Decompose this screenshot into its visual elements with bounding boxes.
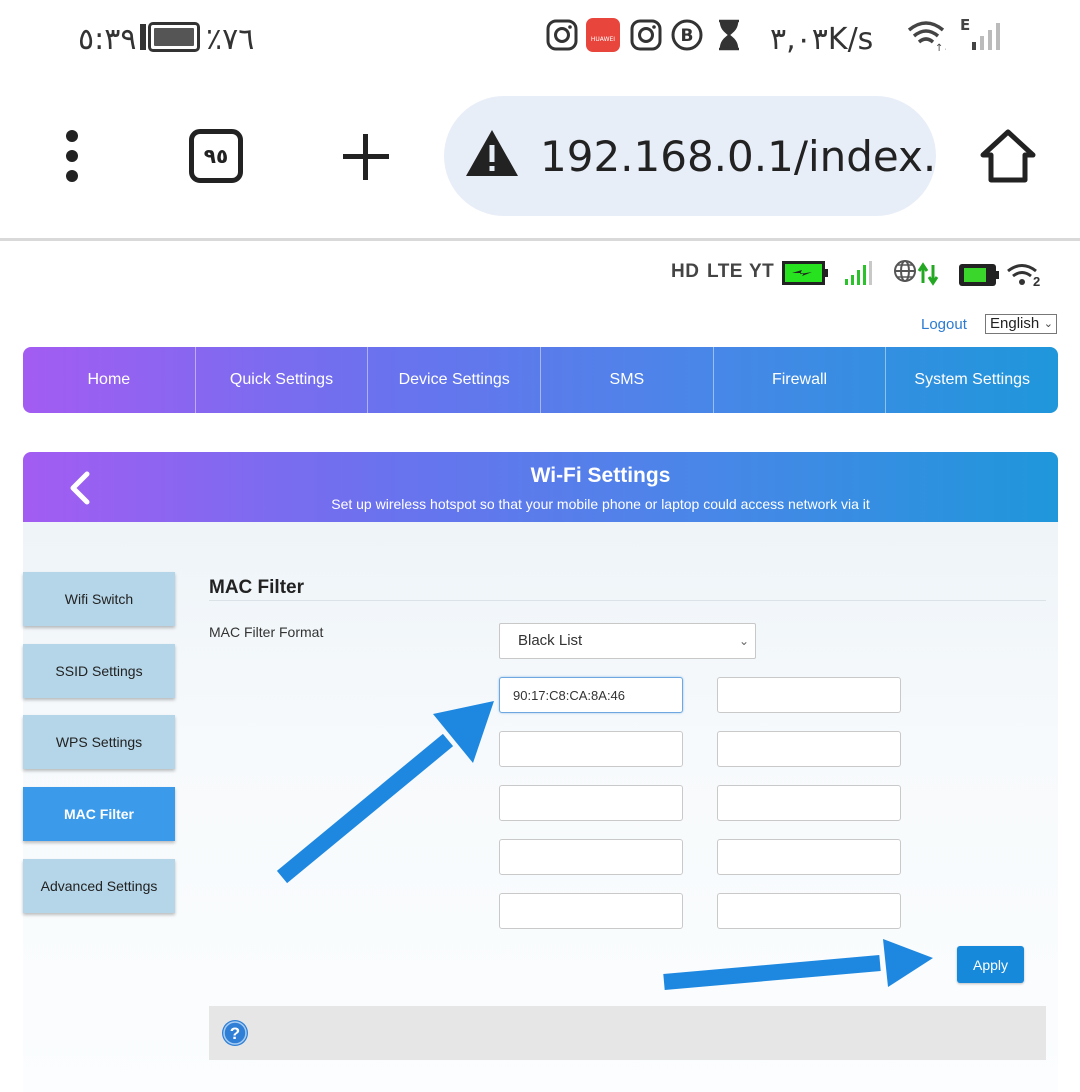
sidebar-item-wps-settings[interactable]: WPS Settings [23,715,175,769]
tab-switcher-button[interactable]: ٩٥ [189,129,243,183]
instagram-icon-2 [630,19,662,51]
mac-address-input-5[interactable] [499,785,683,821]
wifi-settings-header: Wi-Fi Settings Set up wireless hotspot s… [23,452,1058,522]
chevron-down-icon: ⌄ [1043,318,1053,330]
nav-system-settings[interactable]: System Settings [886,347,1058,413]
mac-filter-format-label: MAC Filter Format [209,624,324,640]
svg-text:?: ? [230,1024,240,1043]
instagram-icon [546,19,578,51]
page-subtitle: Set up wireless hotspot so that your mob… [331,496,870,512]
toolbar-divider [0,238,1080,241]
mac-address-input-8[interactable] [717,839,901,875]
sidebar-item-advanced-settings[interactable]: Advanced Settings [23,859,175,913]
yt-indicator: YT [749,261,775,282]
url-bar[interactable]: 192.168.0.1/index. [444,96,936,216]
battery-icon [148,22,200,52]
charging-battery-icon [782,261,828,285]
mac-address-input-9[interactable] [499,893,683,929]
b-circle-icon: B [671,19,703,51]
clock: ٥:٣٩ [78,22,137,57]
battery-percent: ٪٧٦ [206,22,255,57]
help-bar: ? [209,1006,1046,1060]
sidebar-item-wifi-switch[interactable]: Wifi Switch [23,572,175,626]
section-title: MAC Filter [209,577,304,598]
hd-indicator: HD [671,261,700,282]
internet-globe-icon [894,260,939,286]
nav-firewall[interactable]: Firewall [714,347,887,413]
main-nav: Home Quick Settings Device Settings SMS … [23,347,1058,413]
chevron-down-icon: ⌄ [738,634,749,648]
nav-sms[interactable]: SMS [541,347,714,413]
tab-count: ٩٥ [203,144,229,168]
lte-indicator: LTE [707,261,743,282]
apply-button[interactable]: Apply [957,946,1024,983]
nav-device-settings[interactable]: Device Settings [368,347,542,413]
signal-strength-icon [845,261,872,285]
sim-battery-icon [959,264,999,286]
page-title: Wi-Fi Settings [530,464,671,487]
not-secure-warning-icon[interactable] [464,128,520,178]
wifi-icon: ↑↓ [907,21,946,52]
battery-tip [140,24,146,50]
mac-address-input-10[interactable] [717,893,901,929]
hourglass-icon [719,19,739,51]
mac-address-input-1[interactable] [499,677,683,713]
mac-filter-format-value: Black List [518,632,583,649]
mac-address-input-2[interactable] [717,677,901,713]
menu-dots-icon[interactable] [60,130,84,182]
nav-quick-settings[interactable]: Quick Settings [196,347,369,413]
wifi-client-count: 2 [1033,274,1041,289]
language-value: English [990,315,1040,332]
sidebar-item-ssid-settings[interactable]: SSID Settings [23,644,175,698]
signal-icon [972,23,1000,50]
language-select[interactable]: English ⌄ [985,314,1057,334]
url-text: 192.168.0.1/index. [540,132,937,181]
new-tab-plus-icon[interactable] [341,132,391,182]
section-divider [209,600,1046,601]
home-icon[interactable] [979,128,1037,184]
svg-text:↑↓: ↑↓ [935,43,946,52]
network-speed: ٣,٠٣K/s [770,22,874,57]
mac-address-input-3[interactable] [499,731,683,767]
mac-address-input-4[interactable] [717,731,901,767]
logout-link[interactable]: Logout [921,316,967,333]
huawei-icon: HUAWEI [586,18,620,52]
nav-home[interactable]: Home [23,347,196,413]
mac-address-input-7[interactable] [499,839,683,875]
help-question-icon[interactable]: ? [221,1019,249,1047]
mac-address-input-6[interactable] [717,785,901,821]
sidebar-item-mac-filter[interactable]: MAC Filter [23,787,175,841]
svg-text:B: B [681,26,694,46]
mac-filter-format-select[interactable]: Black List ⌄ [499,623,756,659]
